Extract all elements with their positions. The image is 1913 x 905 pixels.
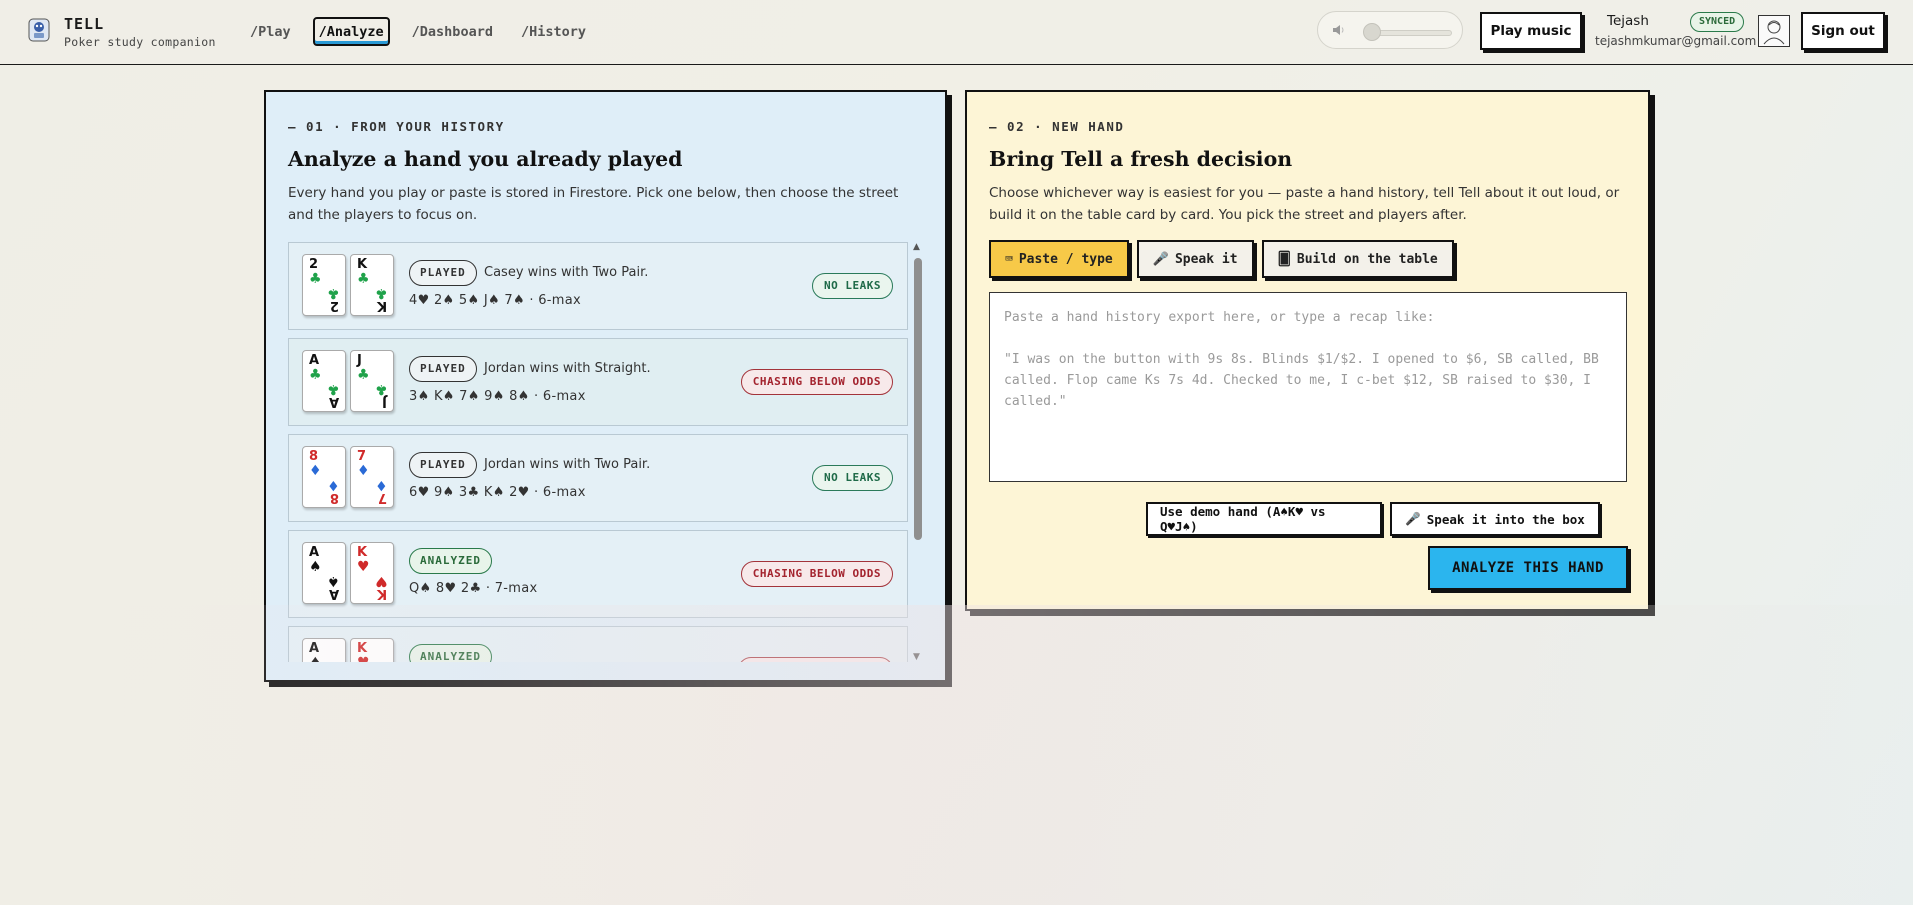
hand-row-1[interactable]: A ♣ ♣ A J ♣ ♣ J PLAYED Jordan wins with … — [288, 338, 908, 426]
leak-badge: CHASING BELOW ODDS — [740, 369, 893, 395]
user-name: Tejash — [1607, 13, 1649, 29]
hand-status-badge: PLAYED — [409, 452, 477, 478]
hole-card: 2 ♣ ♣ 2 — [302, 254, 346, 316]
hole-card: 7 ♦ ♦ 7 — [350, 446, 394, 508]
scroll-down-icon[interactable]: ▼ — [913, 652, 920, 662]
leak-badge: CHASING BELOW ODDS — [740, 561, 893, 587]
hole-card: A ♠ — [302, 638, 346, 662]
history-eyebrow: — 01 · FROM YOUR HISTORY — [288, 119, 505, 134]
nav-history[interactable]: /History — [515, 17, 592, 46]
hand-row-2[interactable]: 8 ♦ ♦ 8 7 ♦ ♦ 7 PLAYED Jordan wins with … — [288, 434, 908, 522]
new-hand-panel: — 02 · NEW HAND Bring Tell a fresh decis… — [965, 90, 1650, 611]
microphone-icon: 🎤 — [1405, 511, 1421, 526]
new-hand-title: Bring Tell a fresh decision — [989, 147, 1293, 171]
leak-badge: NO LEAKS — [812, 465, 893, 491]
hole-card: K ♥ — [350, 638, 394, 662]
hand-status-badge: ANALYZED — [409, 548, 492, 574]
leak-badge — [738, 657, 893, 662]
tell-logo-icon — [28, 18, 50, 42]
hole-card: K ♣ ♣ K — [350, 254, 394, 316]
sync-status-badge: SYNCED — [1690, 12, 1745, 32]
analyze-hand-button[interactable]: ANALYZE THIS HAND — [1428, 546, 1628, 590]
hole-card: J ♣ ♣ J — [350, 350, 394, 412]
nav-dashboard[interactable]: /Dashboard — [406, 17, 499, 46]
keyboard-icon: ⌨ — [1005, 251, 1013, 267]
speaker-icon[interactable] — [1332, 23, 1346, 41]
hand-row-4[interactable]: A ♠ K ♥ ANALYZED — [288, 626, 908, 662]
history-description: Every hand you play or paste is stored i… — [288, 185, 899, 223]
hand-winner-text: Jordan wins with Two Pair. — [484, 457, 651, 472]
card-icon: 🂠 — [1277, 251, 1291, 267]
hole-card: 8 ♦ ♦ 8 — [302, 446, 346, 508]
microphone-icon: 🎤 — [1152, 251, 1169, 267]
new-hand-description: Choose whichever way is easiest for you … — [989, 185, 1620, 223]
tab-speak-it[interactable]: 🎤 Speak it — [1136, 240, 1254, 278]
hand-status-badge: PLAYED — [409, 260, 477, 286]
hand-list-scrollbar[interactable]: ▲ ▼ — [912, 242, 924, 662]
use-demo-hand-button[interactable]: Use demo hand (A♠K♥ vs Q♥J♠) — [1146, 502, 1382, 536]
input-mode-tabs: ⌨ Paste / type 🎤 Speak it 🂠 Build on the… — [989, 240, 1454, 278]
hand-board-text: 3♠ K♠ 7♠ 9♠ 8♠ · 6-max — [409, 389, 586, 404]
history-title: Analyze a hand you already played — [288, 147, 683, 171]
hole-card: A ♠ ♠ A — [302, 542, 346, 604]
main-nav: /Play /Analyze /Dashboard /History — [244, 17, 608, 46]
hand-history-list[interactable]: 2 ♣ ♣ 2 K ♣ ♣ K PLAYED Casey wins with T… — [288, 242, 908, 662]
hand-board-text: Q♠ 8♥ 2♣ · 7-max — [409, 581, 538, 596]
user-email: tejashmkumar@gmail.com — [1595, 34, 1757, 48]
volume-control[interactable] — [1317, 11, 1463, 49]
brand-tagline: Poker study companion — [64, 35, 216, 49]
hand-winner-text: Jordan wins with Straight. — [484, 361, 651, 376]
hand-status-badge: PLAYED — [409, 356, 477, 382]
volume-slider-handle[interactable] — [1363, 23, 1381, 41]
avatar-sketch-icon — [1763, 20, 1785, 45]
hand-row-0[interactable]: 2 ♣ ♣ 2 K ♣ ♣ K PLAYED Casey wins with T… — [288, 242, 908, 330]
tab-build-on-table[interactable]: 🂠 Build on the table — [1261, 240, 1454, 278]
nav-play[interactable]: /Play — [244, 17, 297, 46]
hand-history-input[interactable] — [989, 292, 1627, 482]
hand-winner-text: Casey wins with Two Pair. — [484, 265, 649, 280]
play-music-button[interactable]: Play music — [1480, 12, 1582, 50]
history-panel: — 01 · FROM YOUR HISTORY Analyze a hand … — [264, 90, 947, 682]
top-bar: TELL Poker study companion /Play /Analyz… — [0, 0, 1913, 65]
hand-board-text: 4♥ 2♠ 5♠ J♠ 7♠ · 6-max — [409, 293, 582, 308]
scrollbar-thumb[interactable] — [914, 258, 922, 540]
hand-status-badge: ANALYZED — [409, 644, 492, 662]
scroll-up-icon[interactable]: ▲ — [913, 242, 920, 252]
new-hand-eyebrow: — 02 · NEW HAND — [989, 119, 1125, 134]
hand-board-text: 6♥ 9♠ 3♣ K♠ 2♥ · 6-max — [409, 485, 586, 500]
leak-badge: NO LEAKS — [812, 273, 893, 299]
brand-name: TELL — [64, 15, 105, 33]
tab-paste-type[interactable]: ⌨ Paste / type — [989, 240, 1129, 278]
avatar[interactable] — [1758, 15, 1790, 47]
hand-row-3[interactable]: A ♠ ♠ A K ♥ ♥ K ANALYZED Q♠ 8♥ 2♣ · 7-ma… — [288, 530, 908, 618]
nav-analyze[interactable]: /Analyze — [312, 17, 390, 46]
sign-out-button[interactable]: Sign out — [1801, 12, 1885, 50]
hole-card: K ♥ ♥ K — [350, 542, 394, 604]
speak-into-box-button[interactable]: 🎤 Speak it into the box — [1390, 502, 1600, 536]
hole-card: A ♣ ♣ A — [302, 350, 346, 412]
